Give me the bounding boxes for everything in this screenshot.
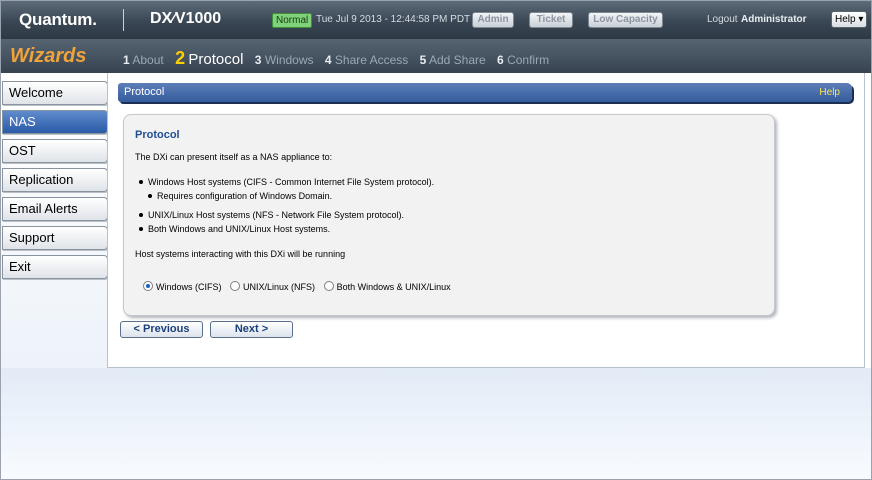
product-name: DX⁄V1000 [150,10,222,27]
step-label: Add Share [428,53,486,67]
step-number: 2 [175,48,186,68]
bullet-text: Both Windows and UNIX/Linux Host systems… [148,224,331,234]
question-text: Host systems interacting with this DXi w… [135,249,346,259]
next-button[interactable]: Next > [210,321,293,338]
list-item: Requires configuration of Windows Domain… [148,191,332,201]
list-item: Windows Host systems (CIFS - Common Inte… [139,177,434,187]
bullet-text: UNIX/Linux Host systems (NFS - Network F… [148,210,405,220]
radio-button-icon[interactable] [323,281,334,291]
radio-button-icon[interactable] [143,281,153,291]
top-header: Quantum. DX⁄V1000 Normal Tue Jul 9 2013 … [1,1,871,40]
list-item: UNIX/Linux Host systems (NFS - Network F… [139,210,404,220]
header-divider [123,9,124,31]
quantum-logo: Quantum. [19,10,97,29]
logout-link[interactable]: Logout [707,14,738,25]
radio-label[interactable]: Both Windows & UNIX/Linux [337,282,451,292]
step-number: 3 [254,53,262,67]
sidebar-item-replication[interactable]: Replication [2,168,108,192]
step-confirm[interactable]: 6 Confirm [497,53,557,67]
step-add-share[interactable]: 5 Add Share [420,53,494,67]
sidebar-item-ost[interactable]: OST [2,139,108,163]
radio-label[interactable]: UNIX/Linux (NFS) [243,282,315,292]
help-menu-button[interactable]: Help ▾ [831,11,868,28]
step-number: 6 [497,53,504,67]
list-item: Both Windows and UNIX/Linux Host systems… [139,224,330,234]
bullet-text: Requires configuration of Windows Domain… [157,191,333,201]
radio-windows-cifs[interactable]: Windows (CIFS) [143,281,222,292]
main-content: Protocol Help Protocol The DXi can prese… [107,73,865,368]
step-number: 4 [324,53,332,67]
background-area [1,368,871,479]
radio-button-icon[interactable] [230,281,241,291]
admin-button[interactable]: Admin [472,12,514,28]
bullet-dot [139,213,143,217]
step-number: 5 [419,53,427,67]
step-label: Confirm [507,53,550,67]
system-datetime: Tue Jul 9 2013 - 12:44:58 PM PDT [316,14,471,25]
sidebar-item-support[interactable]: Support [2,226,108,250]
wizards-title: Wizards [10,45,87,67]
app-window: Quantum. DX⁄V1000 Normal Tue Jul 9 2013 … [0,0,872,480]
bullet-dot [148,194,152,198]
step-protocol[interactable]: 2 Protocol [175,48,251,68]
radio-unix-nfs[interactable]: UNIX/Linux (NFS) [230,281,315,292]
wizard-steps: 1 About 2 Protocol 3 Windows 4 Share Acc… [123,48,557,69]
ticket-button[interactable]: Ticket [529,12,573,28]
help-link[interactable]: Help [819,83,840,102]
sidebar-item-email-alerts[interactable]: Email Alerts [2,197,108,221]
section-header: Protocol Help [118,83,852,102]
sidebar-item-welcome[interactable]: Welcome [2,81,108,105]
wizard-step-bar: Wizards 1 About 2 Protocol 3 Windows 4 S… [1,39,871,73]
current-user: Administrator [741,14,807,25]
step-share-access[interactable]: 4 Share Access [325,53,416,67]
step-label: Share Access [334,53,409,67]
status-badge[interactable]: Normal [272,13,313,28]
low-capacity-button[interactable]: Low Capacity [588,12,663,28]
bullet-dot [139,227,143,231]
section-title: Protocol [124,86,165,98]
protocol-panel: Protocol The DXi can present itself as a… [123,114,775,316]
step-label: About [132,53,164,67]
step-about[interactable]: 1 About [123,53,172,67]
step-label: Windows [264,53,314,67]
previous-button[interactable]: < Previous [120,321,203,338]
sidebar-item-nas[interactable]: NAS [2,110,108,134]
radio-label[interactable]: Windows (CIFS) [156,282,222,292]
bullet-text: Windows Host systems (CIFS - Common Inte… [148,177,435,187]
step-number: 1 [123,53,130,67]
step-windows[interactable]: 3 Windows [255,53,322,67]
bullet-dot [139,180,143,184]
radio-both[interactable]: Both Windows & UNIX/Linux [323,281,451,292]
protocol-radio-group: Windows (CIFS) UNIX/Linux (NFS) Both Win… [143,281,457,292]
intro-text: The DXi can present itself as a NAS appl… [135,152,333,162]
step-label: Protocol [188,51,244,68]
sidebar-item-exit[interactable]: Exit [2,255,108,279]
panel-title: Protocol [135,129,180,141]
